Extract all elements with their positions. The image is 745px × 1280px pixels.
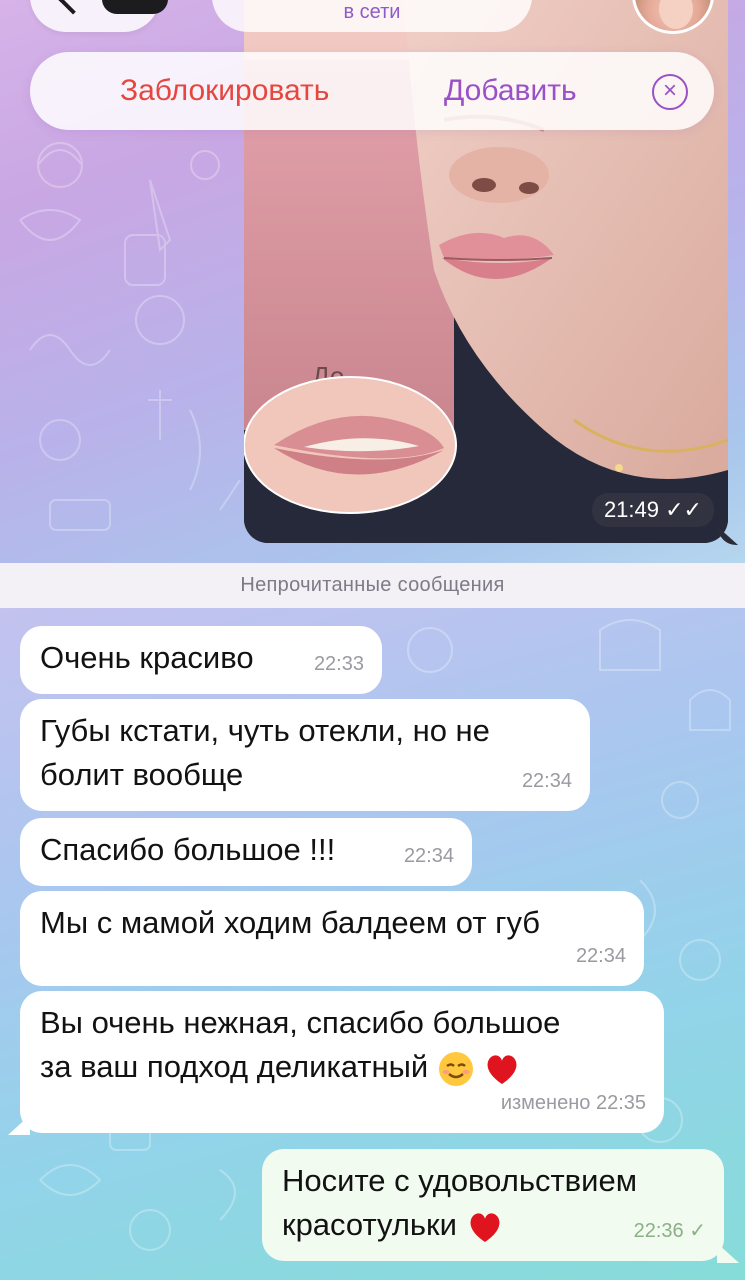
message-time: 22:34 bbox=[575, 945, 626, 967]
message-time: 22:36 ✓ bbox=[633, 1220, 706, 1242]
add-contact-button[interactable]: Добавить bbox=[444, 74, 577, 108]
block-button[interactable]: Заблокировать bbox=[120, 74, 329, 108]
message-bubble[interactable]: Губы кстати, чуть отекли, но не болит во… bbox=[20, 699, 590, 811]
double-check-icon: ✓✓ bbox=[665, 497, 702, 522]
unread-count-badge bbox=[102, 0, 168, 14]
unread-messages-divider: Непрочитанные сообщения bbox=[0, 563, 745, 608]
message-text-line: болит вообще bbox=[40, 757, 244, 792]
contact-action-bar: Заблокировать Добавить × bbox=[30, 52, 714, 130]
message-text-line: Губы кстати, чуть отекли, но не bbox=[40, 713, 490, 748]
message-text: Очень красиво bbox=[40, 640, 254, 675]
relieved-face-icon bbox=[438, 1051, 473, 1086]
outgoing-message-bubble[interactable]: Носите с удовольствием красотульки 22:36… bbox=[262, 1149, 724, 1261]
message-edited-time: изменено 22:35 bbox=[500, 1092, 646, 1114]
avatar-face bbox=[659, 0, 693, 29]
message-bubble[interactable]: Спасибо большое !!! 22:34 bbox=[20, 818, 472, 886]
message-time: 22:33 bbox=[313, 653, 364, 675]
message-text: Спасибо большое !!! bbox=[40, 832, 336, 867]
chevron-left-icon bbox=[57, 0, 89, 15]
online-status: в сети bbox=[343, 1, 401, 23]
red-heart-icon bbox=[470, 1213, 500, 1242]
message-time: 22:34 bbox=[521, 770, 572, 792]
message-bubble[interactable]: Вы очень нежная, спасибо большое за ваш … bbox=[20, 991, 664, 1133]
message-text-line: Носите с удовольствием bbox=[282, 1163, 638, 1198]
back-button[interactable] bbox=[30, 0, 168, 32]
message-text-line: Вы очень нежная, спасибо большое bbox=[40, 1005, 561, 1040]
check-icon: ✓ bbox=[689, 1220, 706, 1242]
message-time: 22:34 bbox=[403, 845, 454, 867]
message-bubble[interactable]: Очень красиво 22:33 bbox=[20, 626, 382, 694]
chat-title[interactable]: в сети bbox=[212, 0, 532, 32]
message-bubble[interactable]: Мы с мамой ходим балдеем от губ 22:34 bbox=[20, 891, 644, 986]
close-circle-icon[interactable]: × bbox=[652, 74, 688, 110]
message-text: Мы с мамой ходим балдеем от губ bbox=[40, 905, 541, 940]
photo-message-time: 21:49 ✓✓ bbox=[591, 493, 714, 527]
message-text-line: за ваш подход деликатный bbox=[40, 1049, 429, 1084]
message-text-line: красотульки bbox=[282, 1207, 457, 1242]
